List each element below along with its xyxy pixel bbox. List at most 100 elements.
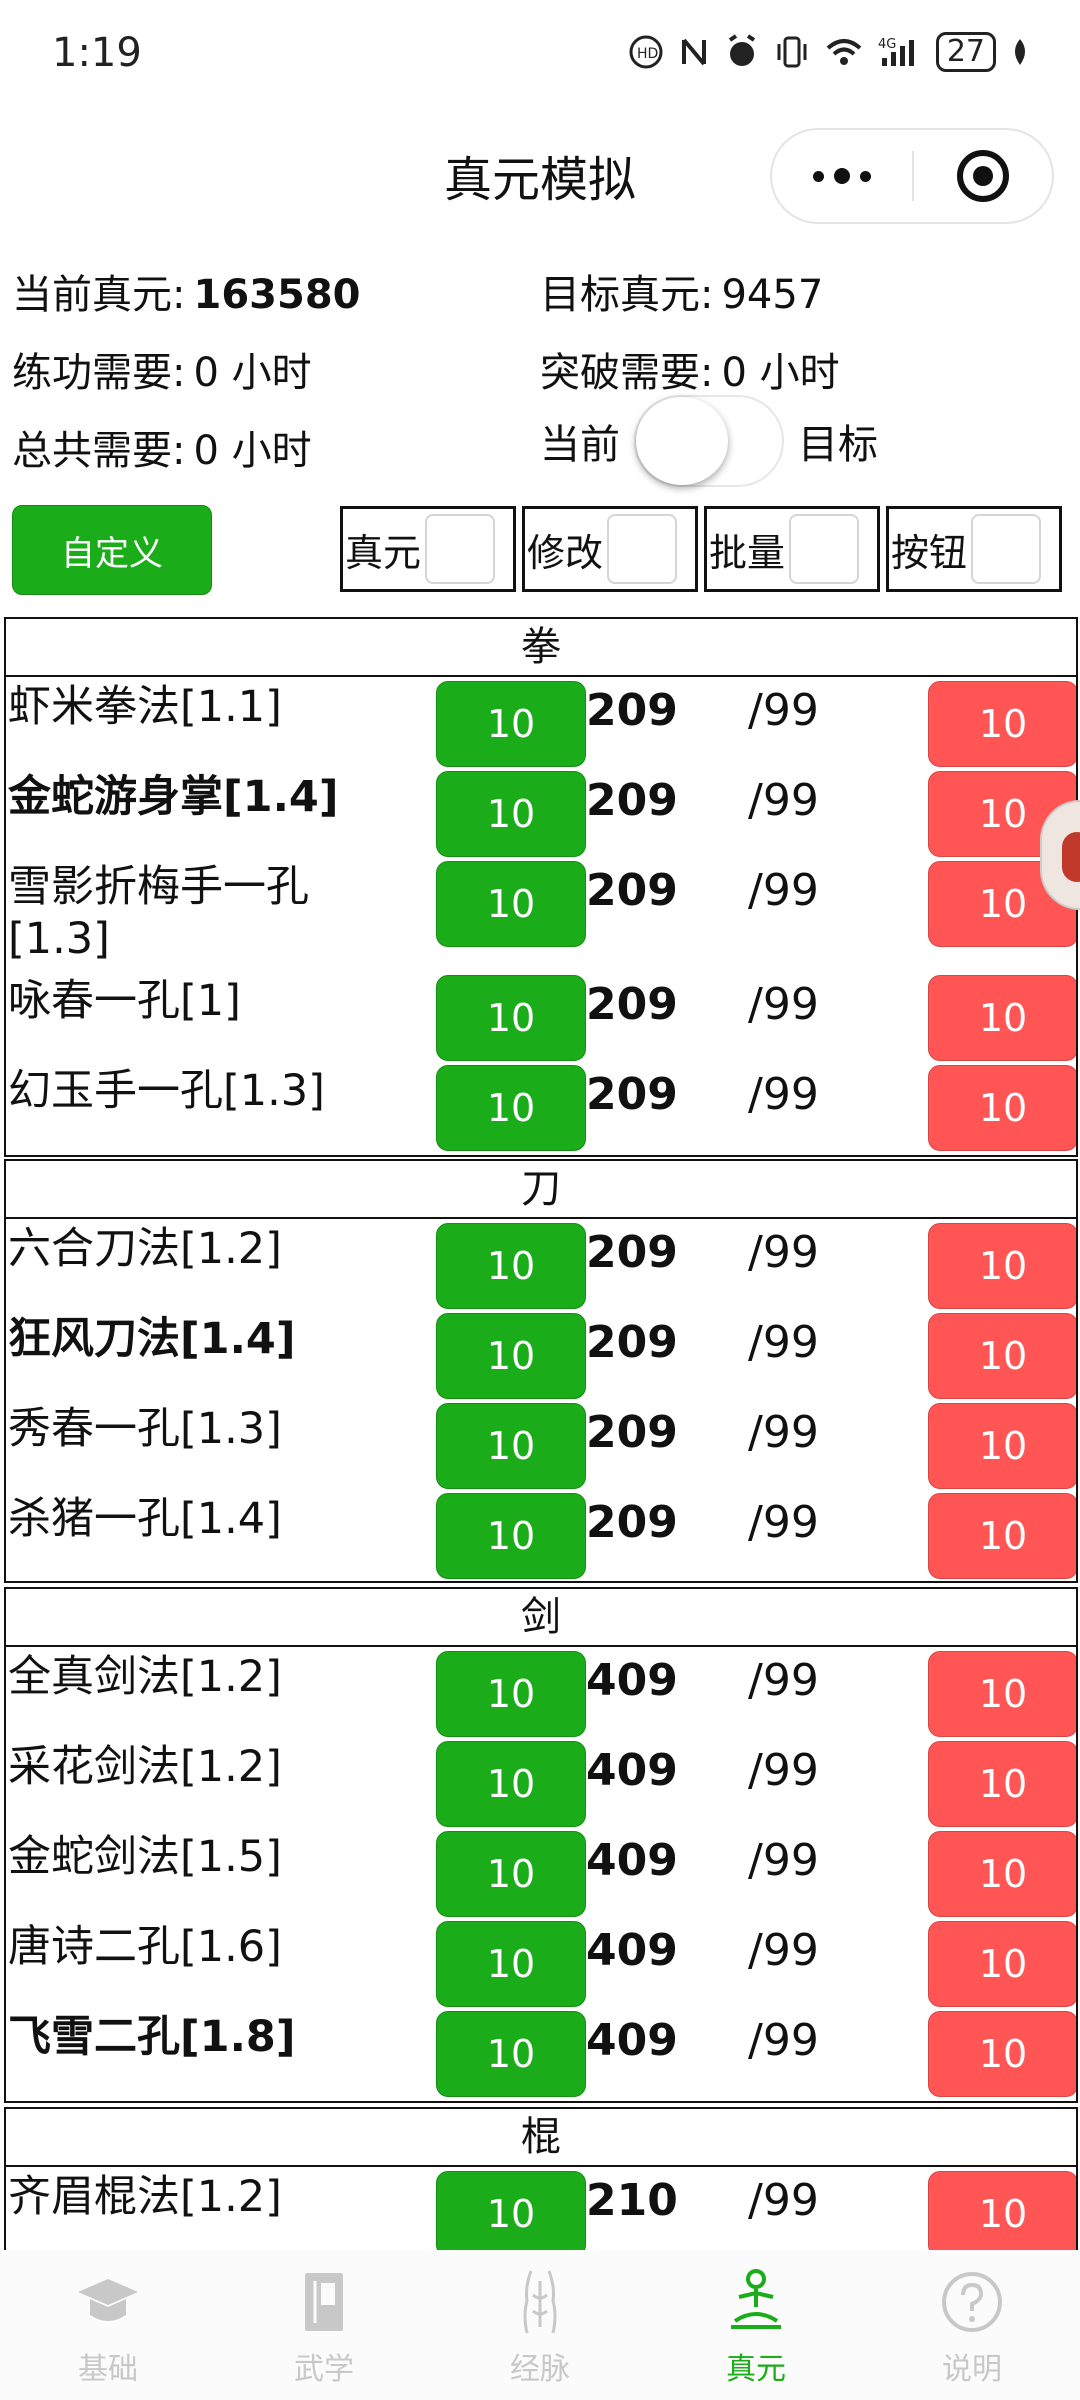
section-header: 剑 xyxy=(6,1589,1076,1647)
more-menu-button[interactable] xyxy=(772,128,912,224)
current-zhenyuan: 当前真元: 163580 xyxy=(12,262,360,320)
skill-max: /99 xyxy=(748,2015,819,2066)
list-item: 雪影折梅手一孔[1.3] 10 209 /99 10 xyxy=(6,857,1076,971)
skill-max: /99 xyxy=(748,1069,819,1120)
skill-name: 六合刀法[1.2] xyxy=(8,1224,282,1274)
svg-text:4G: 4G xyxy=(878,37,896,52)
tab-label: 真元 xyxy=(726,2352,786,2387)
status-bar: 1:19 HD 4G 27 xyxy=(0,0,1080,110)
list-item: 虾米拳法[1.1] 10 209 /99 10 xyxy=(6,677,1076,767)
list-item: 杀猪一孔[1.4] 10 209 /99 10 xyxy=(6,1489,1076,1579)
increase-button[interactable]: 10 xyxy=(436,681,586,767)
checkbox-button[interactable]: 按钮 xyxy=(886,506,1062,592)
mode-switch[interactable] xyxy=(634,395,784,487)
increase-button[interactable]: 10 xyxy=(436,1223,586,1309)
tab-help[interactable]: 说明 xyxy=(864,2250,1080,2400)
decrease-button[interactable]: 10 xyxy=(928,1403,1076,1489)
figure-icon xyxy=(1062,832,1080,882)
checkbox-box[interactable] xyxy=(607,514,678,584)
increase-button[interactable]: 10 xyxy=(436,771,586,857)
decrease-button[interactable]: 10 xyxy=(928,1831,1076,1917)
vibrate-icon xyxy=(774,32,810,72)
decrease-button[interactable]: 10 xyxy=(928,2171,1076,2257)
skill-max: /99 xyxy=(748,865,819,916)
tab-basics[interactable]: 基础 xyxy=(0,2250,216,2400)
decrease-button[interactable]: 10 xyxy=(928,681,1076,767)
custom-button[interactable]: 自定义 xyxy=(12,505,212,595)
close-miniprogram-button[interactable] xyxy=(914,128,1052,224)
decrease-button[interactable]: 10 xyxy=(928,1313,1076,1399)
list-item: 狂风刀法[1.4] 10 209 /99 10 xyxy=(6,1309,1076,1399)
wifi-icon xyxy=(824,32,864,72)
checkbox-batch[interactable]: 批量 xyxy=(704,506,880,592)
increase-button[interactable]: 10 xyxy=(436,1651,586,1737)
increase-button[interactable]: 10 xyxy=(436,975,586,1061)
tab-zhenyuan[interactable]: 真元 xyxy=(648,2250,864,2400)
practice-time-value: 0 小时 xyxy=(193,350,312,396)
skill-name: 雪影折梅手一孔[1.3] xyxy=(8,862,309,964)
increase-button[interactable]: 10 xyxy=(436,1493,586,1579)
increase-button[interactable]: 10 xyxy=(436,1065,586,1151)
decrease-button[interactable]: 10 xyxy=(928,975,1076,1061)
decrease-button[interactable]: 10 xyxy=(928,1741,1076,1827)
increase-button[interactable]: 10 xyxy=(436,1831,586,1917)
svg-text:HD: HD xyxy=(637,46,658,62)
total-time-label: 总共需要: xyxy=(12,428,186,474)
checkbox-box[interactable] xyxy=(425,514,496,584)
status-icons: HD 4G 27 xyxy=(628,32,1030,72)
list-item: 幻玉手一孔[1.3] 10 209 /99 10 xyxy=(6,1061,1076,1151)
decrease-button[interactable]: 10 xyxy=(928,1493,1076,1579)
section-blade: 刀 六合刀法[1.2] 10 209 /99 10 狂风刀法[1.4] 10 2… xyxy=(4,1159,1078,1583)
increase-button[interactable]: 10 xyxy=(436,1313,586,1399)
practice-time: 练功需要: 0 小时 xyxy=(12,340,312,398)
skill-name: 采花剑法[1.2] xyxy=(8,1742,282,1792)
increase-button[interactable]: 10 xyxy=(436,1741,586,1827)
tab-label: 经脉 xyxy=(510,2352,570,2387)
hd-icon: HD xyxy=(628,32,664,72)
skill-max: /99 xyxy=(748,979,819,1030)
leaf-icon xyxy=(1010,32,1030,72)
decrease-button[interactable]: 10 xyxy=(928,2011,1076,2097)
skill-value: 210 xyxy=(586,2175,678,2226)
decrease-button[interactable]: 10 xyxy=(928,1651,1076,1737)
checkbox-modify[interactable]: 修改 xyxy=(522,506,698,592)
skill-name: 杀猪一孔[1.4] xyxy=(8,1494,282,1544)
mode-toggle-row: 当前 目标 xyxy=(540,395,878,487)
skill-name: 狂风刀法[1.4] xyxy=(8,1314,296,1364)
skill-name: 虾米拳法[1.1] xyxy=(8,682,282,732)
dot-icon xyxy=(860,170,871,182)
increase-button[interactable]: 10 xyxy=(436,1403,586,1489)
skill-max: /99 xyxy=(748,1745,819,1796)
miniprogram-capsule xyxy=(770,128,1054,224)
skill-name: 金蛇游身掌[1.4] xyxy=(8,772,339,822)
alarm-icon xyxy=(724,32,760,72)
tab-label: 说明 xyxy=(942,2352,1002,2387)
list-item: 唐诗二孔[1.6] 10 409 /99 10 xyxy=(6,1917,1076,2007)
skill-name: 全真剑法[1.2] xyxy=(8,1652,282,1702)
breakthrough-time-label: 突破需要: xyxy=(540,350,714,396)
target-zhenyuan-label: 目标真元: xyxy=(540,272,714,318)
dot-icon xyxy=(813,170,824,182)
checkbox-box[interactable] xyxy=(789,514,860,584)
tab-martial-arts[interactable]: 武学 xyxy=(216,2250,432,2400)
skill-value: 409 xyxy=(586,1655,678,1706)
decrease-button[interactable]: 10 xyxy=(928,1921,1076,2007)
list-item: 全真剑法[1.2] 10 409 /99 10 xyxy=(6,1647,1076,1737)
checkbox-box[interactable] xyxy=(971,514,1042,584)
section-header: 拳 xyxy=(6,619,1076,677)
status-time: 1:19 xyxy=(52,30,142,76)
skill-value: 209 xyxy=(586,685,678,736)
skill-name: 秀春一孔[1.3] xyxy=(8,1404,282,1454)
increase-button[interactable]: 10 xyxy=(436,2011,586,2097)
increase-button[interactable]: 10 xyxy=(436,1921,586,2007)
decrease-button[interactable]: 10 xyxy=(928,1065,1076,1151)
tab-meridians[interactable]: 经脉 xyxy=(432,2250,648,2400)
skill-name: 金蛇剑法[1.5] xyxy=(8,1832,282,1882)
skill-max: /99 xyxy=(748,2175,819,2226)
increase-button[interactable]: 10 xyxy=(436,861,586,947)
checkbox-zhenyuan[interactable]: 真元 xyxy=(340,506,516,592)
decrease-button[interactable]: 10 xyxy=(928,1223,1076,1309)
list-item: 咏春一孔[1] 10 209 /99 10 xyxy=(6,971,1076,1061)
skill-value: 209 xyxy=(586,865,678,916)
increase-button[interactable]: 10 xyxy=(436,2171,586,2257)
